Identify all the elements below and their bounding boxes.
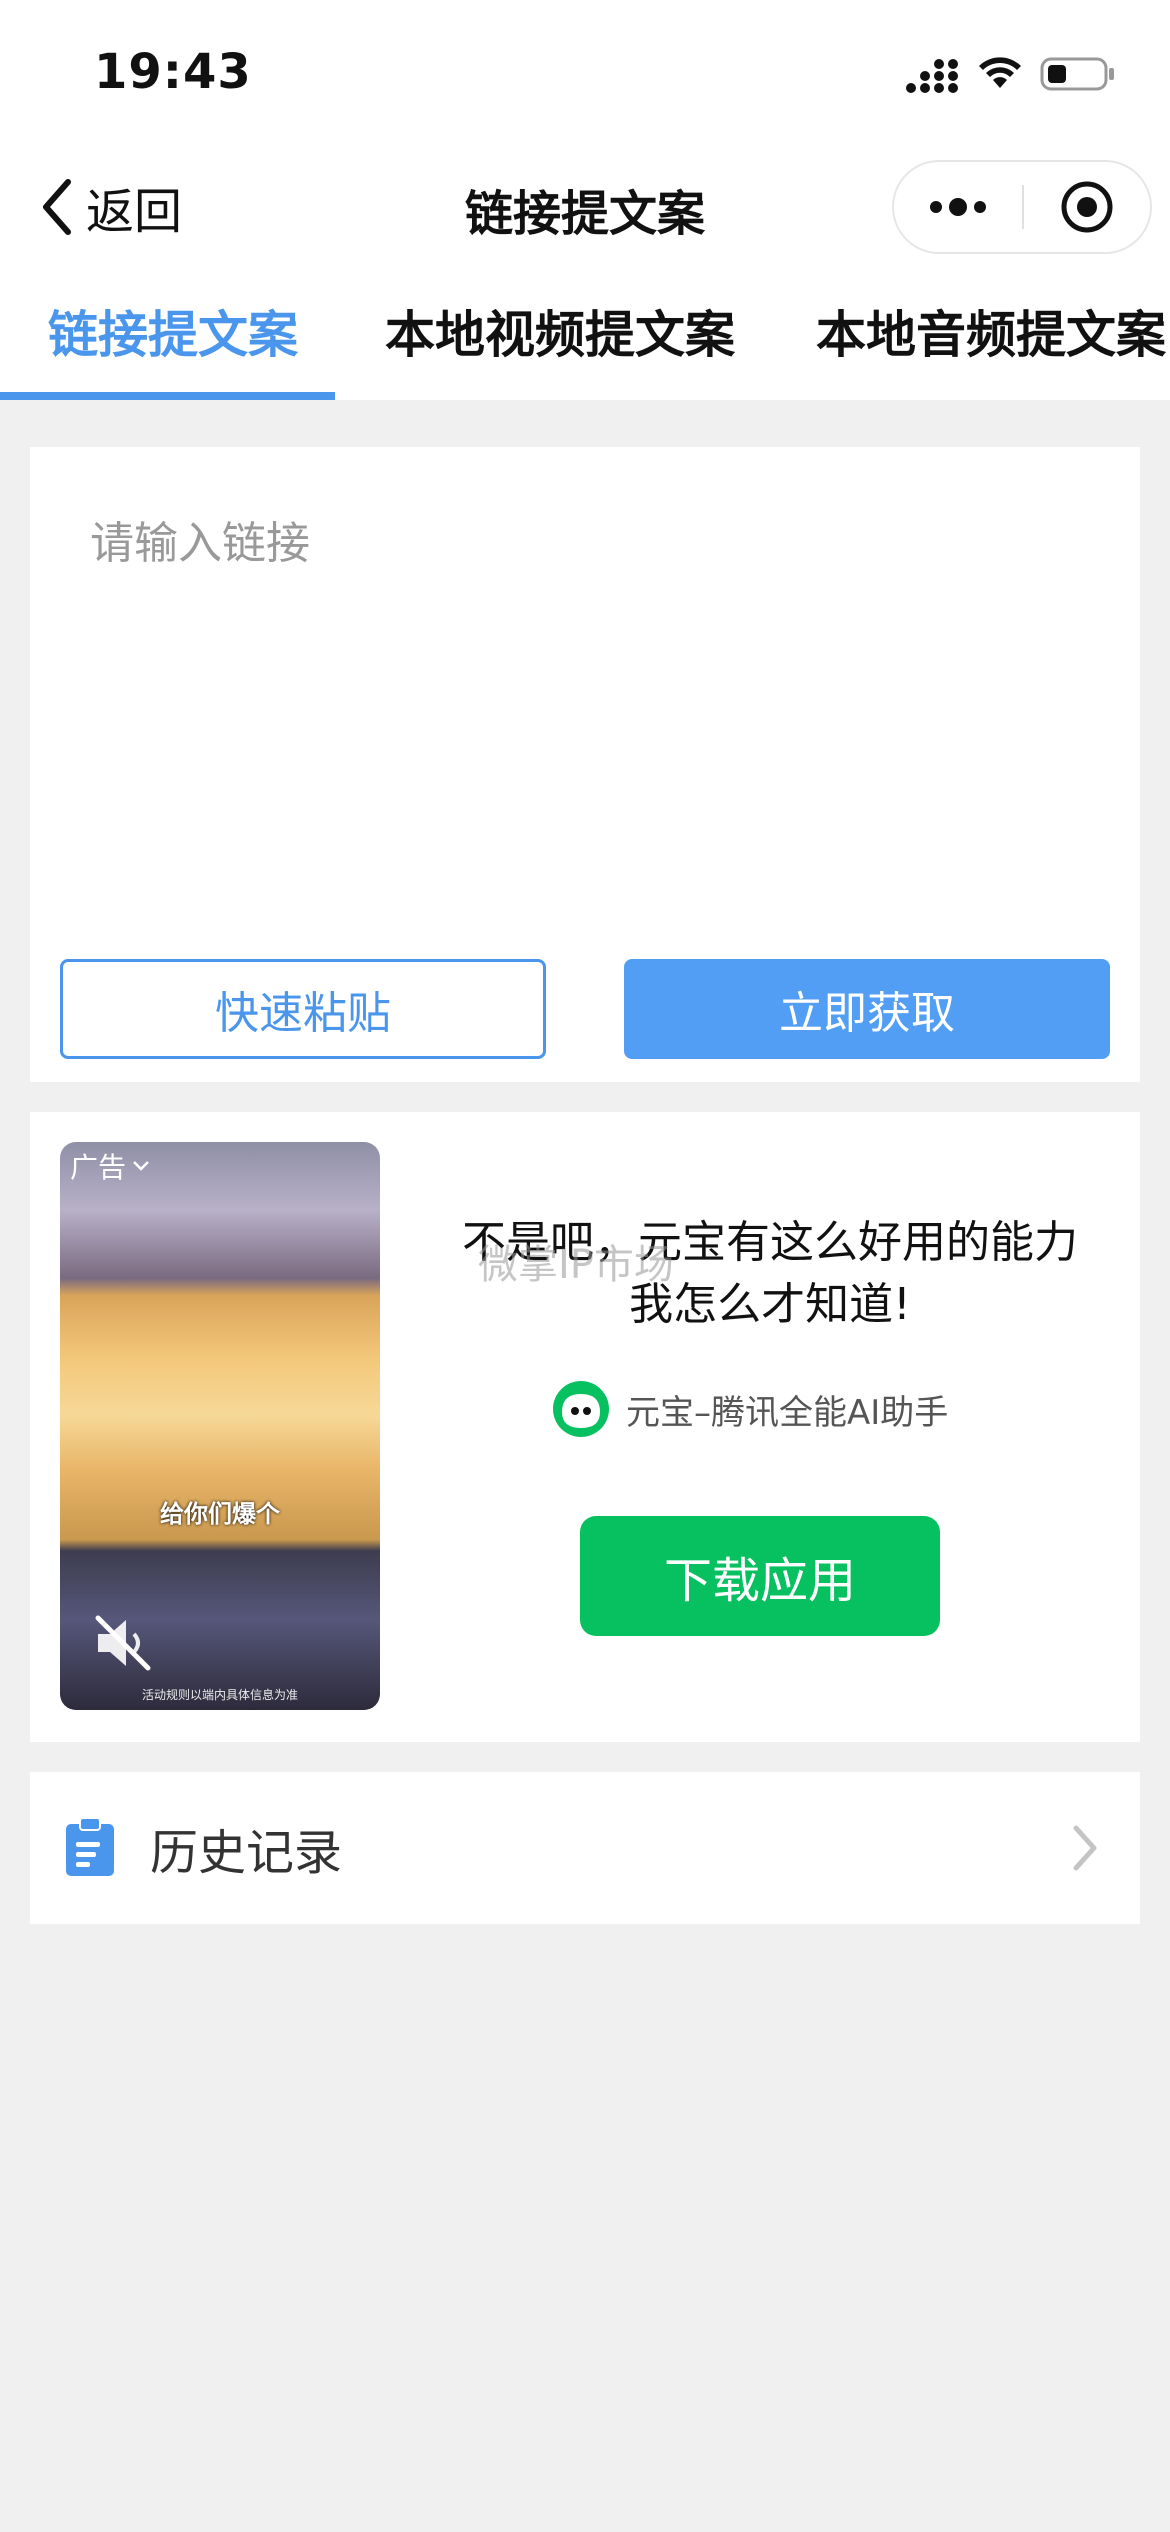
target-circle-icon bbox=[1061, 181, 1113, 233]
more-button[interactable] bbox=[894, 162, 1022, 252]
link-input[interactable] bbox=[90, 507, 1080, 757]
tab-bar: 链接提文案 本地视频提文案 本地音频提文案 bbox=[0, 265, 1170, 400]
link-input-card: 快速粘贴 立即获取 bbox=[30, 447, 1140, 1082]
mute-icon[interactable] bbox=[92, 1612, 154, 1674]
fetch-now-button[interactable]: 立即获取 bbox=[624, 959, 1110, 1059]
mini-program-capsule bbox=[892, 160, 1152, 254]
tab-local-audio-extract[interactable]: 本地音频提文案 bbox=[816, 295, 1166, 367]
close-mini-program-button[interactable] bbox=[1024, 162, 1150, 252]
more-dots-icon bbox=[930, 198, 986, 216]
download-app-button[interactable]: 下载应用 bbox=[580, 1516, 940, 1636]
tab-link-extract[interactable]: 链接提文案 bbox=[48, 295, 298, 367]
status-time: 19:43 bbox=[94, 44, 252, 100]
wifi-icon bbox=[979, 57, 1021, 88]
history-row[interactable]: 历史记录 bbox=[30, 1772, 1140, 1924]
yuanbao-logo-icon bbox=[553, 1381, 609, 1437]
watermark: 微掌IP市场 bbox=[478, 1242, 674, 1288]
chevron-down-icon bbox=[133, 1161, 149, 1171]
ad-badge-label: 广告 bbox=[70, 1151, 127, 1184]
nav-bar: 返回 链接提文案 bbox=[0, 150, 1170, 265]
status-bar: 19:43 bbox=[0, 0, 1170, 150]
ad-badge[interactable]: 广告 bbox=[70, 1146, 150, 1186]
ad-video-caption: 给你们爆个 bbox=[160, 1500, 280, 1528]
ad-video[interactable]: 广告 给你们爆个 活动规则以端内具体信息为准 bbox=[60, 1142, 380, 1710]
battery-icon bbox=[1040, 57, 1114, 91]
page: 19:43 返回 链接提文案 链接提文案 本地视频提文案 本地音频提文案 请输入… bbox=[0, 0, 1170, 2532]
ad-fine-print: 活动规则以端内具体信息为准 bbox=[141, 1688, 298, 1702]
active-tab-indicator bbox=[0, 392, 335, 400]
ad-card[interactable]: 广告 给你们爆个 活动规则以端内具体信息为准 不是吧，元宝有这么好用的能力我怎么… bbox=[30, 1112, 1140, 1742]
ad-brand: 元宝–腾讯全能AI助手 bbox=[552, 1380, 948, 1438]
ad-brand-name: 元宝–腾讯全能AI助手 bbox=[626, 1392, 949, 1433]
history-label: 历史记录 bbox=[150, 1825, 343, 1881]
cellular-signal-icon bbox=[906, 59, 958, 93]
clipboard-icon bbox=[66, 1818, 114, 1876]
tab-local-video-extract[interactable]: 本地视频提文案 bbox=[385, 295, 735, 367]
chevron-right-icon bbox=[1073, 1825, 1097, 1871]
quick-paste-button[interactable]: 快速粘贴 bbox=[60, 959, 546, 1059]
